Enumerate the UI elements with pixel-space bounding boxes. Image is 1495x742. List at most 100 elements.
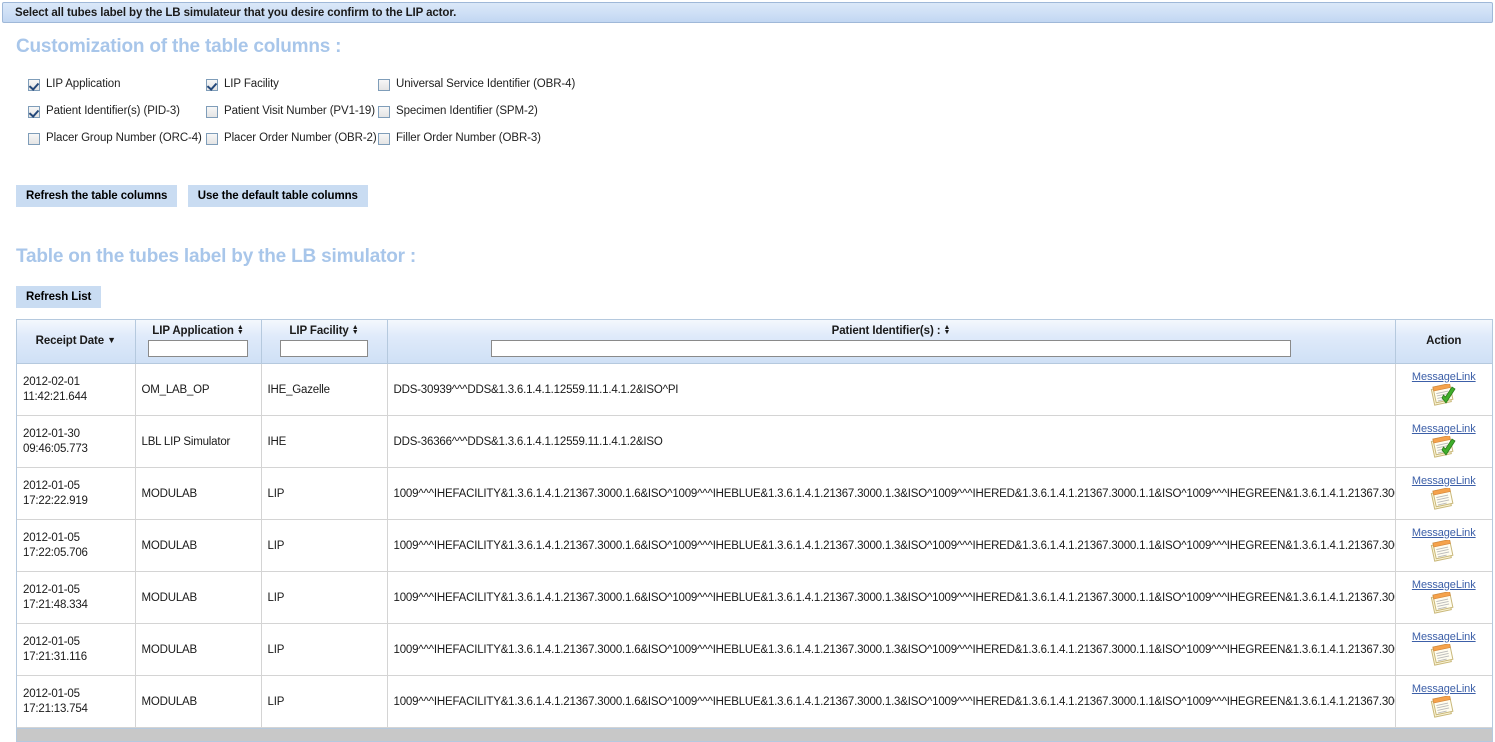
column-checkbox-label: Placer Group Number (ORC-4) (46, 132, 202, 144)
cell-receipt-date: 2012-01-05 17:21:48.334 (17, 571, 136, 624)
message-link[interactable]: MessageLink (1412, 631, 1476, 643)
receipt-time-value: 17:22:22.919 (23, 494, 88, 507)
table-header-cell[interactable]: Action (1395, 320, 1492, 364)
banner-text: Select all tubes label by the LB simulat… (15, 6, 457, 19)
column-checkbox-item[interactable]: Patient Visit Number (PV1-19) (206, 105, 378, 118)
cell-lip-application: MODULAB (135, 623, 262, 676)
receipt-time-value: 17:21:31.116 (23, 650, 87, 663)
checkbox-unchecked-icon[interactable] (378, 79, 390, 91)
table-row: 2012-01-05 17:21:13.754 MODULAB LIP 1009^^^I… (17, 675, 1492, 728)
column-checkbox-label: Filler Order Number (OBR-3) (396, 132, 541, 144)
cell-patient-identifiers: 1009^^^IHEFACILITY&1.3.6.1.4.1.21367.300… (387, 571, 1396, 624)
column-filter-input[interactable] (148, 340, 248, 357)
customization-button-row: Refresh the table columns Use the defaul… (16, 185, 368, 207)
message-link[interactable]: MessageLink (1412, 371, 1476, 383)
cell-lip-application: MODULAB (135, 675, 262, 728)
document-validated-icon[interactable] (1430, 434, 1458, 460)
checkbox-unchecked-icon[interactable] (28, 133, 40, 145)
table-row: 2012-02-01 11:42:21.644 OM_LAB_OP IHE_Gazel… (17, 363, 1492, 416)
column-checkbox-label: Patient Visit Number (PV1-19) (224, 105, 375, 117)
cell-patient-identifiers: 1009^^^IHEFACILITY&1.3.6.1.4.1.21367.300… (387, 675, 1396, 728)
receipt-date-value: 2012-01-05 (23, 479, 80, 492)
column-checkbox-item[interactable]: Specimen Identifier (SPM-2) (378, 105, 575, 118)
cell-action: MessageLink (1395, 571, 1492, 624)
column-checkbox-item[interactable]: Placer Order Number (OBR-2) (206, 132, 378, 145)
receipt-date-value: 2012-01-05 (23, 635, 80, 648)
message-link[interactable]: MessageLink (1412, 475, 1476, 487)
checkbox-checked-icon[interactable] (28, 106, 40, 118)
column-checkbox-label: LIP Facility (224, 78, 279, 90)
table-header-cell[interactable]: Patient Identifier(s) : ▲ ▼ (387, 320, 1396, 364)
cell-receipt-date: 2012-01-05 17:22:05.706 (17, 519, 136, 572)
page-banner: Select all tubes label by the LB simulat… (2, 2, 1493, 23)
cell-receipt-date: 2012-01-30 09:46:05.773 (17, 415, 136, 468)
table-header-text: Receipt Date (35, 335, 105, 347)
checkbox-checked-icon[interactable] (28, 79, 40, 91)
table-header-text: LIP Application (152, 325, 234, 337)
sort-both-icon[interactable]: ▲ ▼ (352, 324, 359, 337)
table-header-cell[interactable]: LIP Application ▲ ▼ (135, 320, 262, 364)
cell-receipt-date: 2012-02-01 11:42:21.644 (17, 363, 136, 416)
cell-receipt-date: 2012-01-05 17:21:31.116 (17, 623, 136, 676)
tubes-label-table: Receipt Date ▼ LIP Application ▲ ▼ LIP Facili… (17, 320, 1492, 728)
document-icon[interactable] (1430, 642, 1458, 668)
sort-both-icon[interactable]: ▲ ▼ (944, 324, 951, 337)
table-header-cell[interactable]: LIP Facility ▲ ▼ (261, 320, 388, 364)
cell-action: MessageLink (1395, 675, 1492, 728)
table-header-label[interactable]: Patient Identifier(s) : ▲ ▼ (392, 324, 1391, 337)
cell-receipt-date: 2012-01-05 17:22:22.919 (17, 467, 136, 520)
tubes-label-table-container: Receipt Date ▼ LIP Application ▲ ▼ LIP Facili… (16, 319, 1493, 742)
checkbox-unchecked-icon[interactable] (378, 133, 390, 145)
refresh-table-columns-button[interactable]: Refresh the table columns (16, 185, 178, 207)
cell-patient-identifiers: DDS-36366^^^DDS&1.3.6.1.4.1.12559.11.1.4… (387, 415, 1396, 468)
table-header-label[interactable]: Action (1400, 324, 1489, 347)
column-filter-input[interactable] (280, 340, 368, 357)
checkbox-checked-icon[interactable] (206, 79, 218, 91)
receipt-date-value: 2012-01-30 (23, 427, 80, 440)
message-link[interactable]: MessageLink (1412, 579, 1476, 591)
table-header-label[interactable]: LIP Application ▲ ▼ (140, 324, 257, 337)
cell-lip-application: MODULAB (135, 519, 262, 572)
checkbox-unchecked-icon[interactable] (206, 133, 218, 145)
document-icon[interactable] (1430, 538, 1458, 564)
table-header-cell[interactable]: Receipt Date ▼ (17, 320, 136, 364)
document-icon[interactable] (1430, 486, 1458, 512)
cell-action: MessageLink (1395, 363, 1492, 416)
checkbox-unchecked-icon[interactable] (206, 106, 218, 118)
document-icon[interactable] (1430, 590, 1458, 616)
receipt-date-value: 2012-01-05 (23, 687, 80, 700)
message-link[interactable]: MessageLink (1412, 423, 1476, 435)
table-header-label[interactable]: Receipt Date ▼ (21, 324, 131, 347)
checkbox-unchecked-icon[interactable] (378, 106, 390, 118)
document-icon[interactable] (1430, 694, 1458, 720)
cell-patient-identifiers: DDS-30939^^^DDS&1.3.6.1.4.1.12559.11.1.4… (387, 363, 1396, 416)
receipt-date-value: 2012-01-05 (23, 583, 80, 596)
use-default-table-columns-button[interactable]: Use the default table columns (187, 185, 368, 207)
column-filter-input[interactable] (491, 340, 1291, 357)
cell-lip-facility: IHE (261, 415, 388, 468)
cell-receipt-date: 2012-01-05 17:21:13.754 (17, 675, 136, 728)
column-checkbox-label: Patient Identifier(s) (PID-3) (46, 105, 180, 117)
message-link[interactable]: MessageLink (1412, 683, 1476, 695)
table-row: 2012-01-05 17:21:31.116 MODULAB LIP 1009^^^I… (17, 623, 1492, 676)
column-checkbox-item[interactable]: Placer Group Number (ORC-4) (28, 132, 206, 145)
table-header-label[interactable]: LIP Facility ▲ ▼ (266, 324, 383, 337)
column-checkbox-item[interactable]: LIP Application (28, 78, 206, 91)
table-head: Receipt Date ▼ LIP Application ▲ ▼ LIP Facili… (17, 320, 1492, 364)
column-checkbox-item[interactable]: Patient Identifier(s) (PID-3) (28, 105, 206, 118)
sort-both-icon[interactable]: ▲ ▼ (237, 324, 244, 337)
document-validated-icon[interactable] (1430, 382, 1458, 408)
cell-patient-identifiers: 1009^^^IHEFACILITY&1.3.6.1.4.1.21367.300… (387, 623, 1396, 676)
receipt-date-value: 2012-01-05 (23, 531, 80, 544)
column-customization-checkbox-group: LIP Application LIP Facility Universal Ser… (28, 78, 575, 145)
column-checkbox-item[interactable]: Universal Service Identifier (OBR-4) (378, 78, 575, 91)
cell-lip-application: MODULAB (135, 467, 262, 520)
column-checkbox-item[interactable]: Filler Order Number (OBR-3) (378, 132, 575, 145)
column-checkbox-item[interactable]: LIP Facility (206, 78, 378, 91)
refresh-list-button[interactable]: Refresh List (16, 286, 102, 308)
receipt-time-value: 17:21:13.754 (23, 702, 88, 715)
column-checkbox-label: Universal Service Identifier (OBR-4) (396, 78, 576, 90)
sort-descending-icon[interactable]: ▼ (107, 336, 116, 345)
cell-lip-application: LBL LIP Simulator (135, 415, 262, 468)
message-link[interactable]: MessageLink (1412, 527, 1476, 539)
